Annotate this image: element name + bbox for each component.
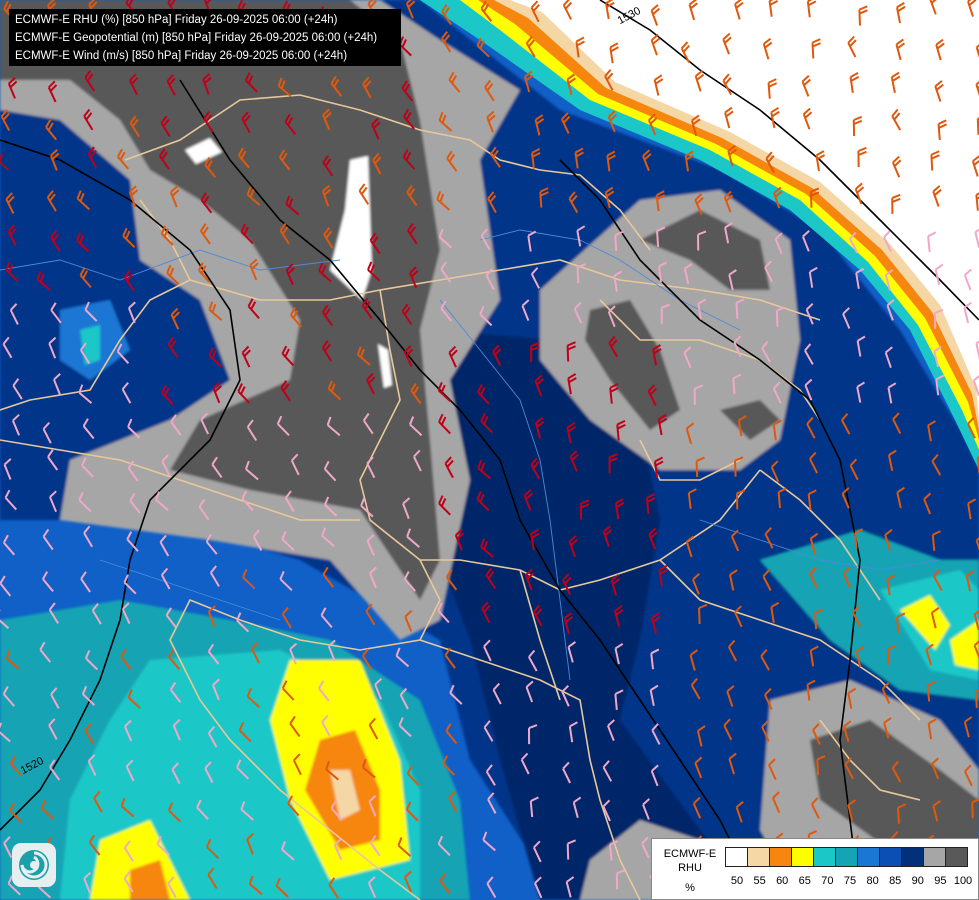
- legend-swatches: [725, 847, 968, 867]
- legend-tick-label: 90: [911, 875, 924, 887]
- legend-model: ECMWF-E: [663, 848, 717, 860]
- legend-unit: %: [685, 882, 695, 894]
- legend-tick-label: 85: [889, 875, 902, 887]
- rhu-legend: ECMWF-E RHU % 50 55 60 65 70 75 80 85 90 95 100: [651, 838, 979, 900]
- legend-tick-label: 60: [776, 875, 789, 887]
- legend-swatch: [945, 847, 968, 867]
- legend-swatch: [901, 847, 924, 867]
- title-line-rhu: ECMWF-E RHU (%) [850 hPa] Friday 26-09-2…: [15, 14, 338, 26]
- legend-tick-label: 65: [798, 875, 811, 887]
- legend-swatch: [747, 847, 770, 867]
- legend-tick-label: 75: [843, 875, 857, 887]
- legend-title: ECMWF-E RHU %: [660, 847, 720, 895]
- legend-swatch: [769, 847, 792, 867]
- legend-swatch: [725, 847, 748, 867]
- legend-tick-label: 80: [866, 875, 879, 887]
- ecmwf-spiral-logo-icon: [12, 843, 56, 887]
- legend-tick-label: 50: [730, 875, 744, 887]
- legend-swatch: [813, 847, 836, 867]
- legend-swatch: [791, 847, 814, 867]
- map-title-box: ECMWF-E RHU (%) [850 hPa] Friday 26-09-2…: [9, 9, 401, 66]
- legend-swatch: [857, 847, 880, 867]
- legend-tick-label: 55: [753, 875, 766, 887]
- legend-tick-label: 95: [934, 875, 947, 887]
- legend-tick-label: 70: [821, 875, 834, 887]
- legend-ticks: 50 55 60 65 70 75 80 85 90 95 100: [725, 875, 979, 889]
- legend-variable: RHU: [678, 862, 702, 874]
- title-line-wind: ECMWF-E Wind (m/s) [850 hPa] Friday 26-0…: [15, 50, 348, 62]
- legend-tick-label: 100: [953, 875, 973, 887]
- rhu-map-canvas: [0, 0, 979, 900]
- legend-swatch: [923, 847, 946, 867]
- title-line-geopotential: ECMWF-E Geopotential (m) [850 hPa] Frida…: [15, 32, 378, 44]
- legend-swatch: [835, 847, 858, 867]
- legend-swatch: [879, 847, 902, 867]
